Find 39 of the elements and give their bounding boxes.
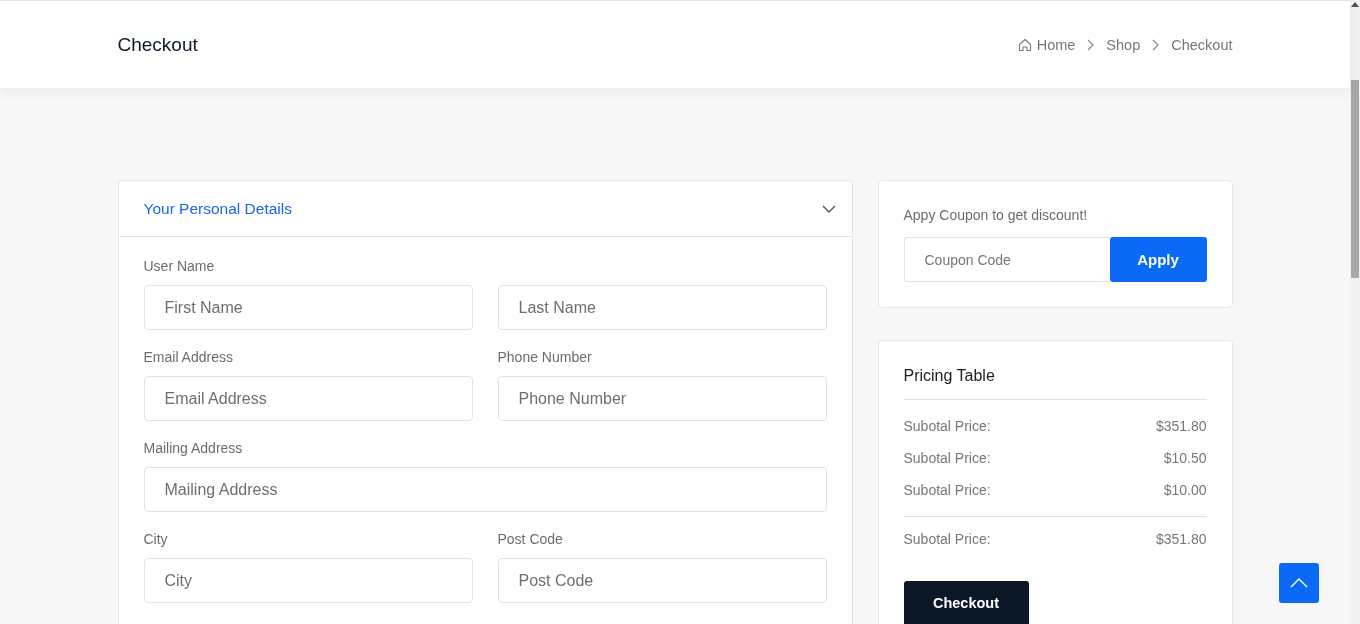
price-value: $351.80 [1155, 417, 1207, 436]
price-value: $10.50 [1163, 449, 1207, 468]
total-value: $351.80 [1155, 530, 1207, 549]
coupon-prompt: Appy Coupon to get discount! [903, 206, 1089, 224]
chevron-up-icon [1290, 578, 1308, 588]
field-label: Post Code [497, 530, 564, 548]
field-label: City [143, 530, 169, 548]
field-label: Phone Number [497, 348, 593, 366]
apply-button[interactable]: Apply [1109, 237, 1207, 282]
price-label: Subotal Price: [903, 481, 991, 500]
scroll-top-button[interactable] [1279, 563, 1319, 603]
price-label: Subotal Price: [903, 449, 991, 468]
text-field[interactable]: Email Address [143, 376, 473, 421]
breadcrumb-link[interactable]: Home [1017, 35, 1076, 54]
page-title: Checkout [117, 33, 198, 56]
total-label: Subotal Price: [903, 530, 991, 549]
text-field[interactable]: City [143, 558, 473, 603]
accordion-header[interactable]: Your Personal Details [118, 181, 852, 237]
text-field[interactable]: Phone Number [497, 376, 827, 421]
chevron-right-icon [1087, 38, 1095, 51]
field-label: Mailing Address [143, 439, 244, 457]
coupon-field[interactable]: Coupon Code [903, 237, 1110, 282]
breadcrumb-current: Checkout [1171, 35, 1233, 54]
checkout-button[interactable]: Checkout [903, 581, 1029, 624]
breadcrumb-link[interactable]: Shop [1106, 35, 1141, 54]
chevron-right-icon [1152, 38, 1160, 51]
triangle-up-icon[interactable] [1351, 2, 1359, 7]
scrollbar[interactable] [1350, 0, 1360, 624]
scrollbar-thumb[interactable] [1351, 80, 1359, 278]
field-label: User Name [143, 257, 216, 275]
price-value: $10.00 [1163, 481, 1207, 500]
pricing-title: Pricing Table [903, 366, 1207, 400]
price-label: Subotal Price: [903, 417, 991, 436]
text-field[interactable]: Mailing Address [143, 467, 827, 512]
field-label: Email Address [143, 348, 234, 366]
text-field[interactable]: First Name [143, 285, 473, 330]
home-icon [1017, 37, 1032, 52]
text-field[interactable]: Last Name [497, 285, 827, 330]
text-field[interactable]: Post Code [497, 558, 827, 603]
